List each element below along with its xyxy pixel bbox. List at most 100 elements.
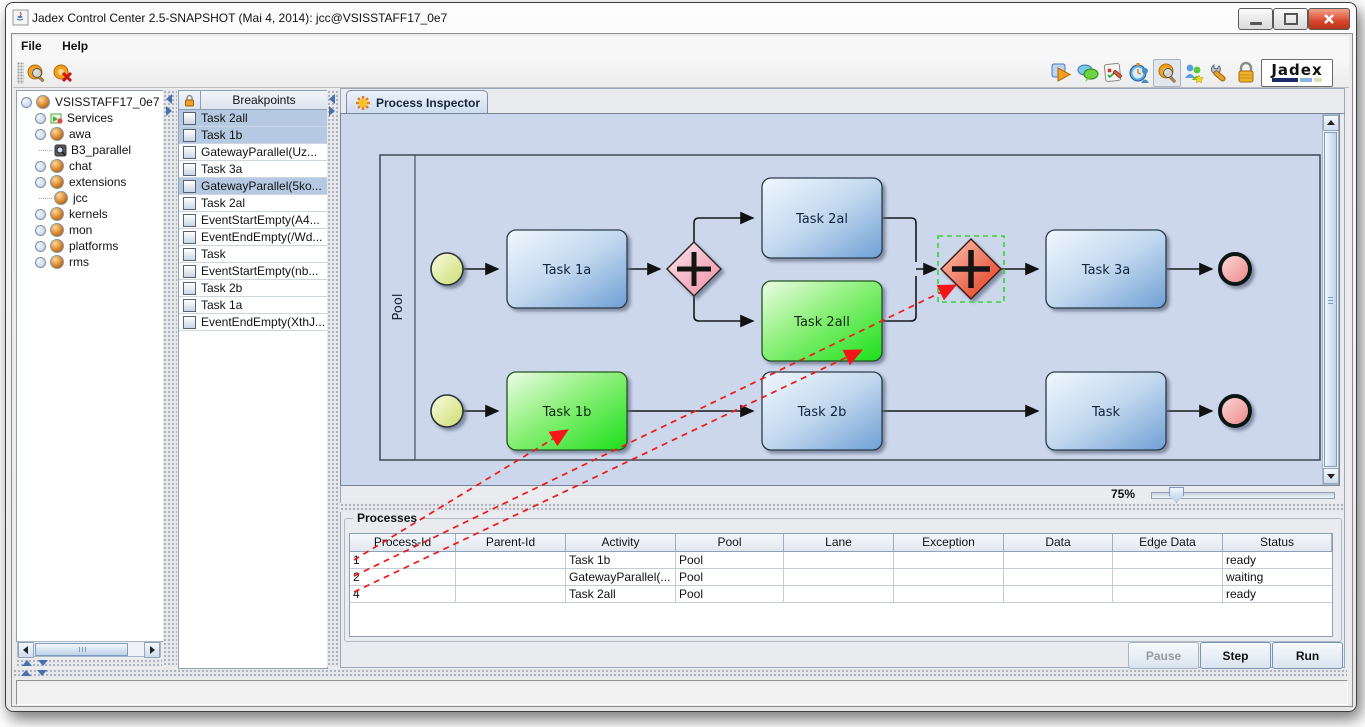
breakpoint-checkbox[interactable] <box>183 231 196 244</box>
run-button[interactable]: Run <box>1272 642 1343 669</box>
col-pool[interactable]: Pool <box>676 534 784 551</box>
breakpoint-checkbox[interactable] <box>183 129 196 142</box>
zoom-slider-thumb[interactable] <box>1169 487 1184 503</box>
breakpoint-checkbox[interactable] <box>183 146 196 159</box>
close-button[interactable] <box>1308 8 1350 30</box>
pause-button[interactable]: Pause <box>1128 642 1199 669</box>
status-split-divider[interactable] <box>13 669 1347 678</box>
collapse-right-icon[interactable] <box>329 106 335 116</box>
expand-handle-icon[interactable] <box>35 161 46 172</box>
col-activity[interactable]: Activity <box>566 534 676 551</box>
breakpoint-row[interactable]: EventEndEmpty(XthJ... <box>179 314 327 331</box>
end-event-top[interactable] <box>1220 254 1250 284</box>
conversation-button[interactable] <box>1075 60 1101 86</box>
expand-handle-icon[interactable] <box>21 97 32 108</box>
expand-handle-icon[interactable] <box>35 177 46 188</box>
breakpoint-checkbox[interactable] <box>183 180 196 193</box>
breakpoint-row[interactable]: Task 2al <box>179 195 327 212</box>
left-split-divider[interactable] <box>16 659 162 667</box>
tree-root-platform[interactable]: VSISSTAFF17_0e7 <box>17 94 163 110</box>
collapse-left-icon[interactable] <box>166 94 172 104</box>
breakpoint-checkbox[interactable] <box>183 214 196 227</box>
kill-component-button[interactable] <box>50 60 76 86</box>
debugger-button[interactable] <box>1153 59 1181 87</box>
collapse-right-icon[interactable] <box>166 106 172 116</box>
breakpoint-row[interactable]: GatewayParallel(5ko... <box>179 178 327 195</box>
menu-file[interactable]: File <box>13 36 50 56</box>
tree-item-services[interactable]: Services <box>17 110 163 126</box>
expand-handle-icon[interactable] <box>35 225 46 236</box>
start-event-bottom[interactable] <box>431 395 463 427</box>
end-event-bottom[interactable] <box>1220 396 1250 426</box>
col-data[interactable]: Data <box>1004 534 1113 551</box>
start-event-top[interactable] <box>431 253 463 285</box>
lock-button[interactable] <box>1233 60 1259 86</box>
tree-item-chat[interactable]: chat <box>17 158 163 174</box>
col-lane[interactable]: Lane <box>784 534 894 551</box>
col-process-id[interactable]: Process-Id <box>350 534 456 551</box>
col-edge-data[interactable]: Edge Data <box>1113 534 1223 551</box>
breakpoint-row[interactable]: Task <box>179 246 327 263</box>
tree-item-extensions[interactable]: extensions <box>17 174 163 190</box>
col-status[interactable]: Status <box>1223 534 1332 551</box>
collapse-up-icon[interactable] <box>22 660 32 666</box>
tab-process-inspector[interactable]: Process Inspector <box>346 90 488 114</box>
breakpoint-row[interactable]: Task 3a <box>179 161 327 178</box>
task-3a[interactable]: Task 3a <box>1046 230 1166 308</box>
processes-table[interactable]: Process-Id Parent-Id Activity Pool Lane … <box>349 533 1333 637</box>
split-divider-1[interactable] <box>163 90 177 667</box>
breakpoint-row[interactable]: EventEndEmpty(/Wd... <box>179 229 327 246</box>
split-divider-2[interactable] <box>327 90 340 667</box>
table-row[interactable]: 1 Task 1bPool ready <box>350 552 1332 569</box>
maximize-button[interactable] <box>1273 8 1308 30</box>
scroll-up-icon[interactable] <box>1323 115 1339 131</box>
tree-hscrollbar[interactable] <box>17 641 161 657</box>
expand-handle-icon[interactable] <box>35 209 46 220</box>
breakpoint-row[interactable]: EventStartEmpty(A4... <box>179 212 327 229</box>
debug-component-button[interactable] <box>24 60 50 86</box>
scroll-down-icon[interactable] <box>1323 468 1339 484</box>
test-center-button[interactable] <box>1101 60 1127 86</box>
breakpoint-row[interactable]: GatewayParallel(Uz... <box>179 144 327 161</box>
col-parent-id[interactable]: Parent-Id <box>456 534 566 551</box>
lock-column-header[interactable] <box>179 91 201 109</box>
step-button[interactable]: Step <box>1200 642 1271 669</box>
breakpoint-checkbox[interactable] <box>183 299 196 312</box>
split-divider-3[interactable] <box>340 503 1344 512</box>
collapse-up-icon[interactable] <box>21 670 31 676</box>
breakpoint-row[interactable]: Task 1b <box>179 127 327 144</box>
breakpoint-row[interactable]: EventStartEmpty(nb... <box>179 263 327 280</box>
tree-item-mon[interactable]: mon <box>17 222 163 238</box>
scroll-left-icon[interactable] <box>18 642 34 658</box>
breakpoint-row[interactable]: Task 2all <box>179 110 327 127</box>
breakpoint-checkbox[interactable] <box>183 282 196 295</box>
task-1b[interactable]: Task 1b <box>507 372 627 450</box>
tree-item-awa[interactable]: awa <box>17 126 163 142</box>
tree-item-b3-parallel[interactable]: B3_parallel <box>17 142 163 158</box>
tree-item-rms[interactable]: rms <box>17 254 163 270</box>
collapse-down-icon[interactable] <box>38 660 48 666</box>
task-2al[interactable]: Task 2al <box>762 178 882 258</box>
diagram-vscrollbar[interactable] <box>1322 114 1339 485</box>
collapse-down-icon[interactable] <box>37 670 47 676</box>
breakpoints-header-label[interactable]: Breakpoints <box>201 91 327 109</box>
breakpoint-checkbox[interactable] <box>183 316 196 329</box>
breakpoint-row[interactable]: Task 2b <box>179 280 327 297</box>
expand-handle-icon[interactable] <box>35 129 46 140</box>
minimize-button[interactable] <box>1238 8 1273 30</box>
tree-item-platforms[interactable]: platforms <box>17 238 163 254</box>
task-1a[interactable]: Task 1a <box>507 230 627 308</box>
gateway-parallel-join-selected[interactable] <box>938 236 1004 302</box>
expand-handle-icon[interactable] <box>35 241 46 252</box>
scroll-right-icon[interactable] <box>144 642 160 658</box>
breakpoint-checkbox[interactable] <box>183 112 196 125</box>
col-exception[interactable]: Exception <box>894 534 1004 551</box>
breakpoint-checkbox[interactable] <box>183 163 196 176</box>
settings-button[interactable] <box>1207 60 1233 86</box>
task-plain[interactable]: Task <box>1046 372 1166 450</box>
collapse-left-icon[interactable] <box>329 94 335 104</box>
table-row[interactable]: 2 GatewayParallel(...Pool waiting <box>350 569 1332 586</box>
table-row[interactable]: 4 Task 2allPool ready <box>350 586 1332 603</box>
breakpoint-checkbox[interactable] <box>183 265 196 278</box>
breakpoint-checkbox[interactable] <box>183 197 196 210</box>
